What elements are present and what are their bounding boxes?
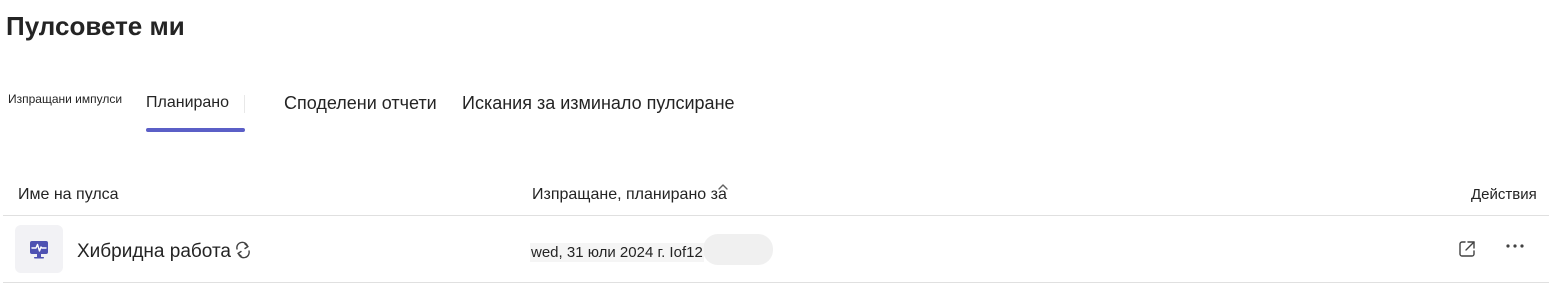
column-header-name[interactable]: Име на пулса xyxy=(18,186,119,204)
schedule-pill xyxy=(703,234,773,265)
tab-past-pulse-requests[interactable]: Искания за изминало пулсиране xyxy=(462,93,735,114)
table-header: Име на пулса Изпращане, планирано за Дей… xyxy=(3,176,1549,216)
scheduled-date: wed, 31 юли 2024 г. Iof12 xyxy=(530,243,704,262)
column-header-actions: Действия xyxy=(1471,186,1537,203)
tab-divider xyxy=(244,95,245,113)
pulses-table: Име на пулса Изпращане, планирано за Дей… xyxy=(3,176,1549,283)
column-header-scheduled[interactable]: Изпращане, планирано за xyxy=(532,186,727,204)
pulse-survey-icon xyxy=(15,225,63,273)
selected-tab-indicator xyxy=(146,128,245,132)
tab-shared-reports[interactable]: Споделени отчети xyxy=(284,93,437,114)
pulse-name[interactable]: Хибридна работа xyxy=(77,241,231,263)
sort-ascending-icon[interactable] xyxy=(717,181,729,195)
page: Пулсовете ми Изпращани импулси Планирано… xyxy=(0,0,1552,288)
recurring-icon xyxy=(233,240,253,260)
tab-list: Изпращани импулси Планирано Споделени от… xyxy=(0,84,900,134)
table-row[interactable]: Хибридна работа wed, 31 юли 2024 г. Iof1… xyxy=(3,216,1549,283)
tab-sent-pulses[interactable]: Изпращани импулси xyxy=(8,92,122,106)
tab-planned[interactable]: Планирано xyxy=(146,94,229,112)
page-title: Пулсовете ми xyxy=(6,11,185,41)
open-in-new-icon[interactable] xyxy=(1457,239,1477,259)
more-options-icon[interactable] xyxy=(1503,234,1527,258)
